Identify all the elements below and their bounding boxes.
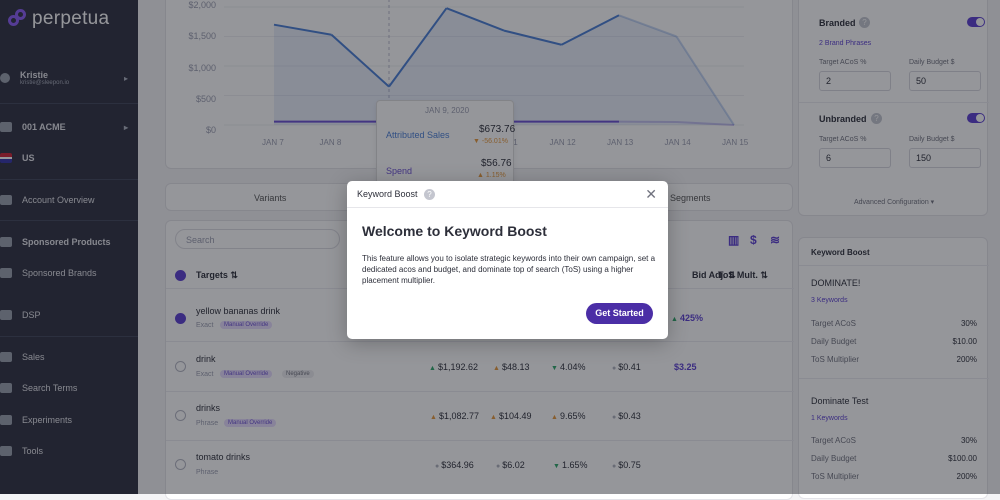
modal-header-title: Keyword Boost [357, 189, 418, 199]
modal-title: Welcome to Keyword Boost [362, 223, 547, 239]
get-started-button[interactable]: Get Started [586, 303, 653, 324]
keyword-boost-modal: Keyword Boost ? ✕ Welcome to Keyword Boo… [347, 181, 668, 339]
close-icon[interactable]: ✕ [645, 186, 657, 203]
modal-description: This feature allows you to isolate strat… [362, 253, 658, 286]
help-icon[interactable]: ? [424, 189, 435, 200]
modal-header: Keyword Boost ? ✕ [347, 181, 668, 208]
